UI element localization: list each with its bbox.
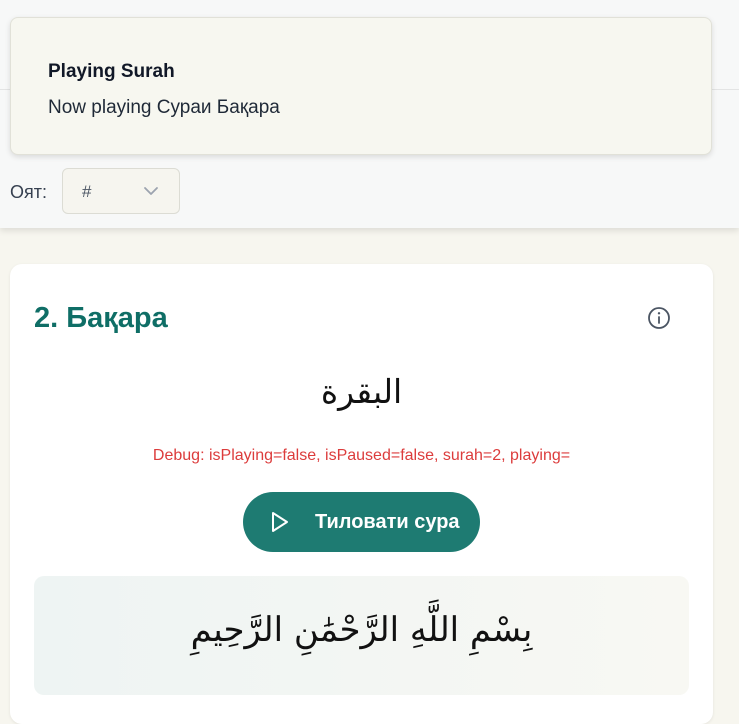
ayah-select-value: # [82,182,92,201]
bismillah-box: بِسْمِ اللَّهِ الرَّحْمَٰنِ الرَّحِيمِ [34,576,689,695]
ayah-label: Оят: [10,182,47,202]
ayah-select[interactable]: # [62,168,180,214]
chevron-down-icon [144,187,158,195]
info-icon[interactable] [645,304,673,332]
surah-title: 2. Бақара [34,302,168,334]
toast-title: Playing Surah [48,61,175,82]
debug-text: Debug: isPlaying=false, isPaused=false, … [152,447,571,464]
toast-notification: Playing Surah Now playing Сураи Бақара [10,17,712,155]
bismillah-text: بِسْمِ اللَّهِ الرَّحْمَٰنِ الرَّحِيمِ [190,610,533,650]
surah-card: 2. Бақара البقرة Debug: isPlaying=false,… [10,264,713,724]
play-icon [272,512,288,532]
surah-arabic-name: البقرة [320,372,403,411]
toast-message: Now playing Сураи Бақара [48,97,280,118]
play-surah-button-label: Тиловати сура [315,511,460,533]
play-surah-button[interactable]: Тиловати сура [243,492,480,552]
